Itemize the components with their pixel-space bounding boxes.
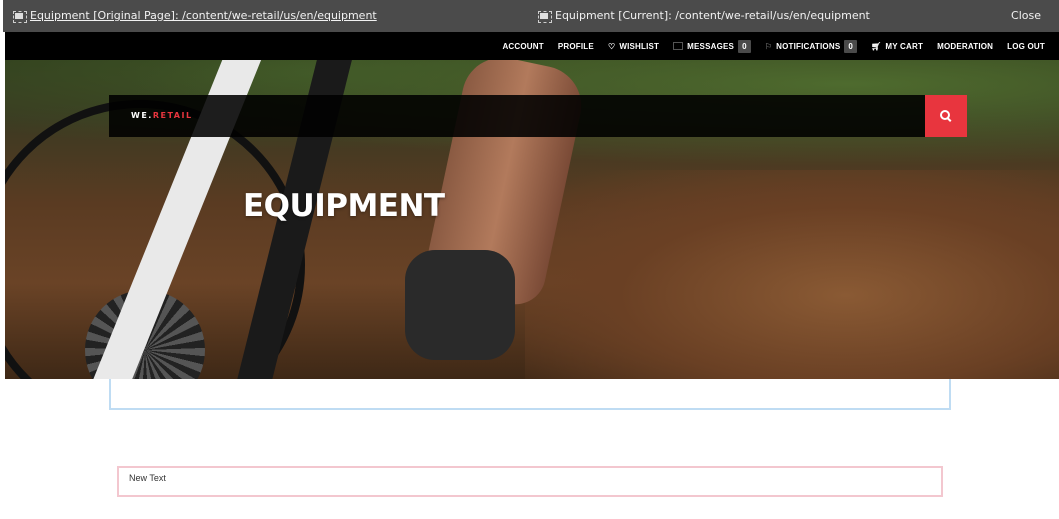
hero-banner: WE.RETAIL EQUIPMENT: [5, 60, 1059, 379]
nav-notifications[interactable]: ⚐ NOTIFICATIONS 0: [764, 39, 858, 53]
nav-my-cart[interactable]: 🛒︎ MY CART: [871, 42, 923, 51]
messages-count-badge: 0: [738, 39, 751, 53]
page-title: EQUIPMENT: [243, 188, 445, 224]
nav-account[interactable]: ACCOUNT: [502, 42, 543, 51]
page-compare-icon: [538, 10, 552, 23]
original-page-link[interactable]: Equipment [Original Page]: /content/we-r…: [13, 9, 377, 23]
brand-logo[interactable]: WE.RETAIL: [131, 111, 193, 120]
brand-prefix: WE.: [131, 111, 153, 120]
text-component[interactable]: New Text: [117, 466, 943, 497]
nav-notifications-label: NOTIFICATIONS: [776, 41, 841, 51]
nav-logout[interactable]: LOG OUT: [1007, 42, 1045, 51]
cart-icon: 🛒︎: [871, 41, 882, 51]
nav-wishlist[interactable]: ♡ WISHLIST: [608, 42, 659, 51]
nav-cart-label: MY CART: [885, 41, 924, 51]
header-search-band: WE.RETAIL: [109, 95, 967, 137]
hero-rider-shoe: [405, 250, 515, 360]
nav-messages-label: MESSAGES: [687, 41, 735, 51]
flag-icon: ⚐: [764, 41, 773, 51]
brand-suffix: RETAIL: [152, 111, 193, 120]
current-page-indicator: Equipment [Current]: /content/we-retail/…: [538, 9, 870, 23]
notifications-count-badge: 0: [844, 39, 858, 53]
current-page-label: Equipment [Current]: /content/we-retail/…: [555, 9, 870, 22]
nav-wishlist-label: WISHLIST: [619, 41, 660, 51]
nav-messages[interactable]: MESSAGES 0: [673, 39, 751, 53]
hero-background-path: [525, 170, 1059, 379]
nav-profile[interactable]: PROFILE: [558, 42, 594, 51]
text-component-content: New Text: [129, 473, 166, 483]
original-page-label[interactable]: Equipment [Original Page]: /content/we-r…: [30, 9, 377, 22]
nav-list: ACCOUNT PROFILE ♡ WISHLIST MESSAGES 0 ⚐ …: [502, 32, 1045, 60]
compare-bar: Equipment [Original Page]: /content/we-r…: [3, 0, 1059, 32]
nav-moderation[interactable]: MODERATION: [937, 42, 993, 51]
search-icon: [940, 110, 952, 122]
heart-icon: ♡: [607, 41, 616, 51]
close-button[interactable]: Close: [1011, 9, 1041, 22]
search-button[interactable]: [925, 95, 967, 137]
envelope-icon: [673, 42, 684, 50]
component-placeholder-frame[interactable]: [109, 379, 951, 410]
page-root: Equipment [Original Page]: /content/we-r…: [0, 0, 1059, 519]
page-compare-icon: [13, 10, 27, 23]
site-nav: ACCOUNT PROFILE ♡ WISHLIST MESSAGES 0 ⚐ …: [5, 32, 1059, 60]
